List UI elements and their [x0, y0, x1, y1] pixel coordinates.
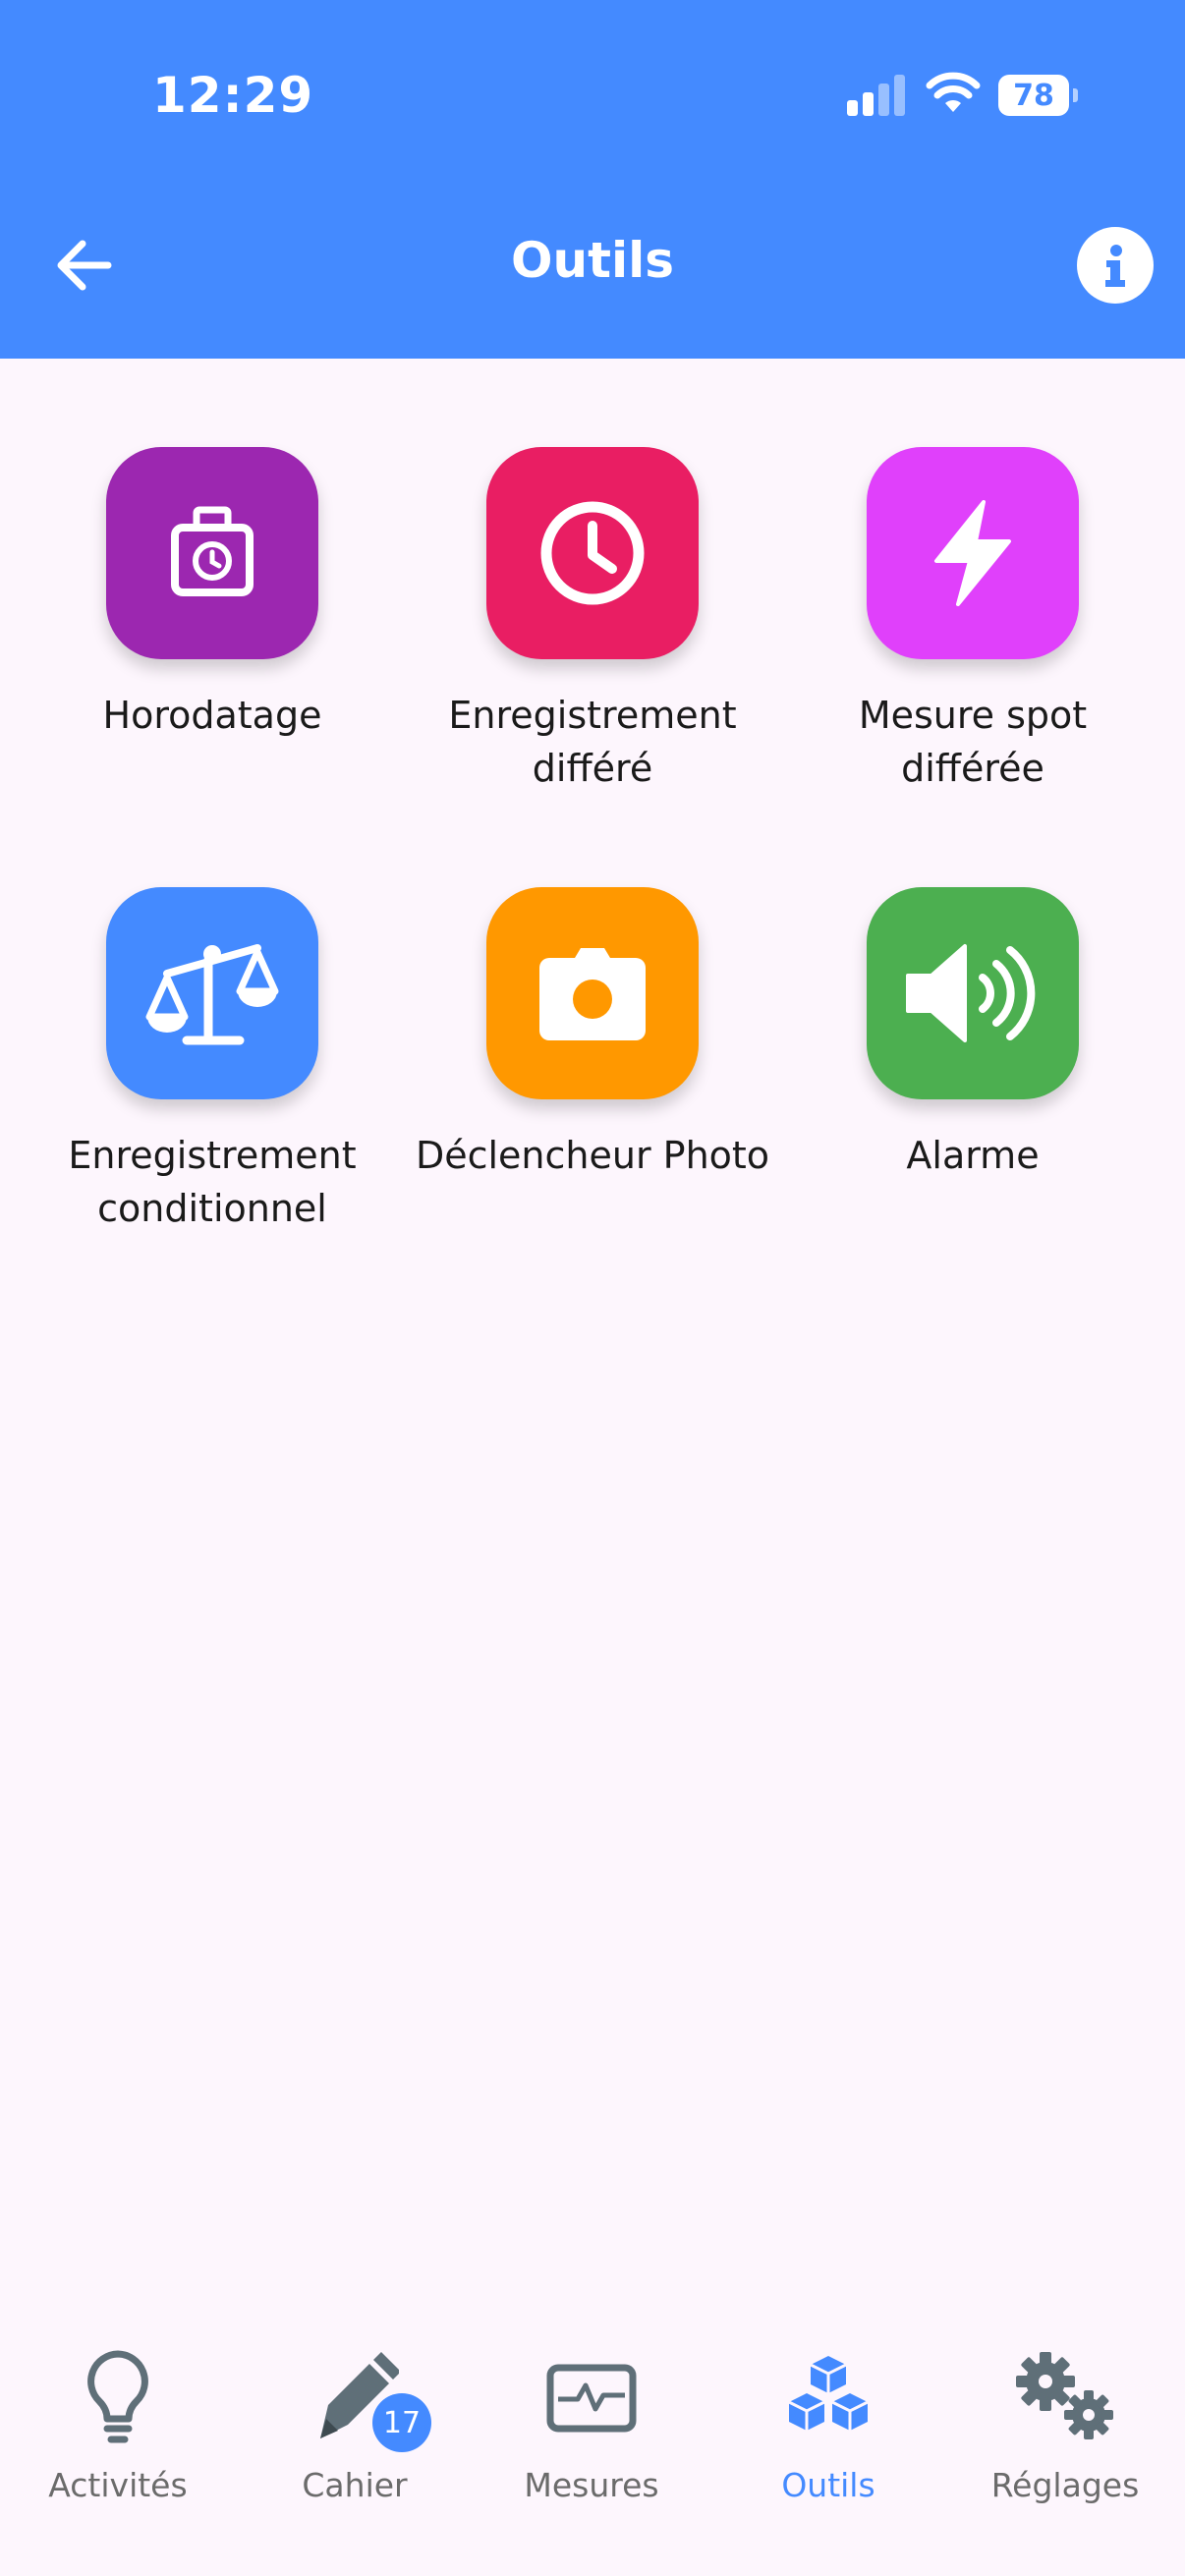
nav-label: Outils [781, 2466, 875, 2504]
battery-tip [1073, 88, 1078, 102]
tool-label: Déclencheur Photo [415, 1134, 770, 1177]
nav-label: Activités [48, 2466, 188, 2504]
tool-horodatage[interactable]: Horodatage [26, 447, 399, 742]
nav-label: Réglages [990, 2466, 1140, 2504]
gears-icon [1016, 2352, 1113, 2439]
cahier-badge: 17 [372, 2393, 431, 2452]
lightning-icon [934, 500, 1011, 606]
info-icon [1105, 245, 1125, 287]
tool-alarme[interactable]: Alarme [786, 887, 1159, 1182]
camera-icon [539, 948, 646, 1040]
tool-mesure-spot-differee[interactable]: Mesure spot différée [786, 447, 1159, 795]
tool-tile[interactable] [106, 887, 318, 1099]
nav-item-cahier[interactable]: 17 Cahier [237, 2299, 473, 2576]
speaker-icon [906, 944, 1036, 1042]
nav-label: Cahier [302, 2466, 408, 2504]
battery-indicator: 78 [998, 75, 1078, 116]
tool-tile[interactable] [486, 447, 699, 659]
bottom-navigation: Activités 17 Cahier Mesures Outils Régla… [0, 2299, 1185, 2576]
tool-tile[interactable] [106, 447, 318, 659]
tool-tile[interactable] [867, 447, 1079, 659]
battery-level: 78 [998, 75, 1069, 116]
wifi-icon [926, 72, 981, 112]
tool-tile[interactable] [486, 887, 699, 1099]
clock-icon [540, 501, 645, 605]
nav-item-activites[interactable]: Activités [0, 2299, 236, 2576]
tool-label: Enregistrement différé [448, 694, 737, 790]
nav-label: Mesures [524, 2466, 659, 2504]
cubes-icon [788, 2356, 869, 2431]
status-time: 12:29 [152, 67, 314, 124]
scale-icon [145, 944, 279, 1045]
tool-label: Mesure spot différée [858, 694, 1088, 790]
tool-label: Horodatage [102, 694, 322, 737]
app-header: 12:29 78 Outils [0, 0, 1185, 359]
tool-label: Alarme [906, 1134, 1040, 1177]
monitor-pulse-icon [546, 2364, 637, 2433]
page-title: Outils [510, 232, 675, 289]
nav-item-reglages[interactable]: Réglages [947, 2299, 1183, 2576]
tool-enregistrement-conditionnel[interactable]: Enregistrement conditionnel [26, 887, 399, 1235]
timestamp-icon [171, 506, 254, 596]
tool-tile[interactable] [867, 887, 1079, 1099]
info-button[interactable] [1077, 227, 1154, 304]
cellular-signal-icon [847, 75, 905, 116]
tool-declencheur-photo[interactable]: Déclencheur Photo [406, 887, 779, 1182]
nav-item-outils[interactable]: Outils [710, 2299, 946, 2576]
lightbulb-icon [87, 2350, 148, 2443]
tool-label: Enregistrement conditionnel [68, 1134, 357, 1230]
tool-enregistrement-differe[interactable]: Enregistrement différé [406, 447, 779, 795]
nav-item-mesures[interactable]: Mesures [474, 2299, 709, 2576]
